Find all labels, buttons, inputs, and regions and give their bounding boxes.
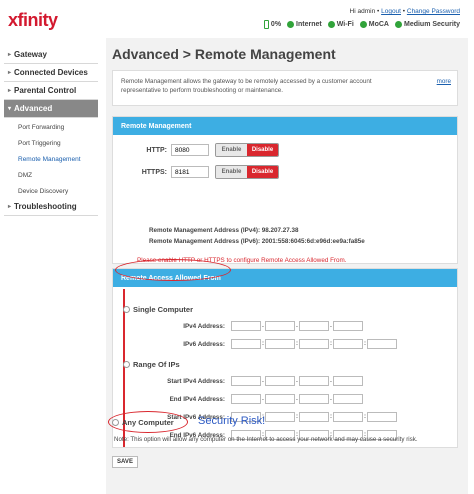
main-content: Advanced > Remote Management Remote Mana… bbox=[106, 38, 468, 494]
chevron-right-icon: ▸ bbox=[8, 70, 12, 76]
description-text: Remote Management allows the gateway to … bbox=[121, 78, 372, 94]
sidebar-item-parental-control[interactable]: ▸ Parental Control bbox=[4, 82, 98, 100]
security-risk-annotation: Security Risk! bbox=[198, 415, 266, 427]
ipv4-address-row: IPv4 Address: . . . bbox=[113, 321, 363, 331]
ip-octet-input[interactable] bbox=[265, 394, 295, 404]
sidebar-item-connected-devices[interactable]: ▸ Connected Devices bbox=[4, 64, 98, 82]
ip-octet-input[interactable] bbox=[333, 394, 363, 404]
sidebar-sub-device-discovery[interactable]: Device Discovery bbox=[4, 182, 98, 198]
sidebar-sub-remote-management[interactable]: Remote Management bbox=[4, 150, 98, 166]
chevron-down-icon: ▾ bbox=[8, 106, 12, 112]
ip-octet-input[interactable] bbox=[299, 321, 329, 331]
save-button[interactable]: SAVE bbox=[112, 456, 138, 468]
range-of-ips-radio[interactable] bbox=[123, 361, 130, 368]
description-box: Remote Management allows the gateway to … bbox=[112, 70, 458, 106]
chevron-right-icon: ▸ bbox=[8, 52, 12, 58]
ipv6-address-row: IPv6 Address: : : : : bbox=[113, 339, 397, 349]
ip-octet-input[interactable] bbox=[299, 339, 329, 349]
status-security: Medium Security bbox=[403, 21, 460, 28]
any-computer-label: Any Computer bbox=[122, 418, 174, 427]
single-computer-radio[interactable] bbox=[123, 306, 130, 313]
sidebar-item-gateway[interactable]: ▸ Gateway bbox=[4, 46, 98, 64]
any-computer-option[interactable]: Any Computer bbox=[112, 418, 174, 427]
http-enable-button[interactable]: Enable bbox=[216, 144, 247, 156]
sidebar-sub-dmz[interactable]: DMZ bbox=[4, 166, 98, 182]
ip-octet-input[interactable] bbox=[299, 376, 329, 386]
internet-status-icon bbox=[287, 21, 295, 28]
sidebar-item-troubleshooting[interactable]: ▸ Troubleshooting bbox=[4, 198, 98, 216]
ip-octet-input[interactable] bbox=[231, 394, 261, 404]
user-links: Hi admin • Logout • Change Password bbox=[349, 8, 460, 15]
ip-octet-input[interactable] bbox=[367, 339, 397, 349]
any-computer-radio[interactable] bbox=[112, 419, 119, 426]
end-ipv4-row: End IPv4 Address: . . . bbox=[113, 394, 363, 404]
sidebar-sub-port-forwarding[interactable]: Port Forwarding bbox=[4, 118, 98, 134]
ip-octet-input[interactable] bbox=[333, 339, 363, 349]
chevron-right-icon: ▸ bbox=[8, 204, 12, 210]
sidebar: ▸ Gateway ▸ Connected Devices ▸ Parental Co… bbox=[4, 46, 98, 216]
ip-octet-input[interactable] bbox=[299, 394, 329, 404]
status-bar: 0% Internet Wi-Fi MoCA Medium Security bbox=[263, 20, 460, 29]
start-ipv4-row: Start IPv4 Address: . . . bbox=[113, 376, 363, 386]
change-password-link[interactable]: Change Password bbox=[407, 8, 460, 15]
https-enable-button[interactable]: Enable bbox=[216, 166, 247, 178]
http-label: HTTP: bbox=[146, 146, 167, 154]
https-disable-button[interactable]: Disable bbox=[247, 166, 278, 178]
security-note: Note: This option will allow any compute… bbox=[114, 436, 418, 443]
security-status-icon bbox=[394, 21, 402, 28]
wifi-status-icon bbox=[327, 21, 335, 28]
single-computer-label: Single Computer bbox=[133, 305, 194, 314]
http-toggle[interactable]: Enable Disable bbox=[215, 143, 279, 157]
ip-octet-input[interactable] bbox=[333, 376, 363, 386]
status-wifi: Wi-Fi bbox=[336, 21, 354, 28]
chevron-right-icon: ▸ bbox=[8, 88, 12, 94]
ip-octet-input[interactable] bbox=[333, 412, 363, 422]
ip-octet-input[interactable] bbox=[265, 339, 295, 349]
ip-octet-input[interactable] bbox=[265, 412, 295, 422]
moca-status-icon bbox=[359, 21, 367, 28]
battery-icon bbox=[263, 20, 269, 29]
ip-octet-input[interactable] bbox=[231, 321, 261, 331]
ip-octet-input[interactable] bbox=[265, 321, 295, 331]
battery-level: 0% bbox=[270, 21, 282, 28]
sidebar-item-advanced[interactable]: ▾ Advanced bbox=[4, 100, 98, 118]
http-row: HTTP: Enable Disable bbox=[123, 143, 279, 157]
page-title: Advanced > Remote Management bbox=[112, 46, 336, 62]
panel-heading: Remote Management bbox=[113, 117, 457, 135]
ipv6-address-line: Remote Management Address (IPv6): 2001:5… bbox=[149, 238, 365, 245]
ip-octet-input[interactable] bbox=[299, 412, 329, 422]
remote-management-panel: Remote Management HTTP: Enable Disable H… bbox=[112, 116, 458, 264]
https-port-input[interactable] bbox=[171, 166, 209, 178]
ip-octet-input[interactable] bbox=[265, 376, 295, 386]
logout-link[interactable]: Logout bbox=[381, 8, 401, 15]
ipv4-address-line: Remote Management Address (IPv4): 98.207… bbox=[149, 227, 299, 234]
sidebar-sub-port-triggering[interactable]: Port Triggering bbox=[4, 134, 98, 150]
http-disable-button[interactable]: Disable bbox=[247, 144, 278, 156]
https-row: HTTPS: Enable Disable bbox=[123, 165, 279, 179]
https-toggle[interactable]: Enable Disable bbox=[215, 165, 279, 179]
range-of-ips-option[interactable]: Range Of IPs bbox=[123, 360, 180, 369]
http-port-input[interactable] bbox=[171, 144, 209, 156]
ip-octet-input[interactable] bbox=[367, 412, 397, 422]
greeting: Hi admin bbox=[349, 8, 376, 15]
status-internet: Internet bbox=[296, 21, 322, 28]
xfinity-logo[interactable]: xfinity bbox=[8, 10, 58, 31]
ip-octet-input[interactable] bbox=[231, 376, 261, 386]
range-of-ips-label: Range Of IPs bbox=[133, 360, 180, 369]
ip-octet-input[interactable] bbox=[333, 321, 363, 331]
https-label: HTTPS: bbox=[141, 168, 167, 176]
header: xfinity Hi admin • Logout • Change Passw… bbox=[0, 0, 474, 38]
annotation-circle bbox=[115, 259, 231, 281]
single-computer-option[interactable]: Single Computer bbox=[123, 305, 193, 314]
ip-octet-input[interactable] bbox=[231, 339, 261, 349]
status-moca: MoCA bbox=[368, 21, 389, 28]
more-link[interactable]: more bbox=[437, 77, 451, 86]
